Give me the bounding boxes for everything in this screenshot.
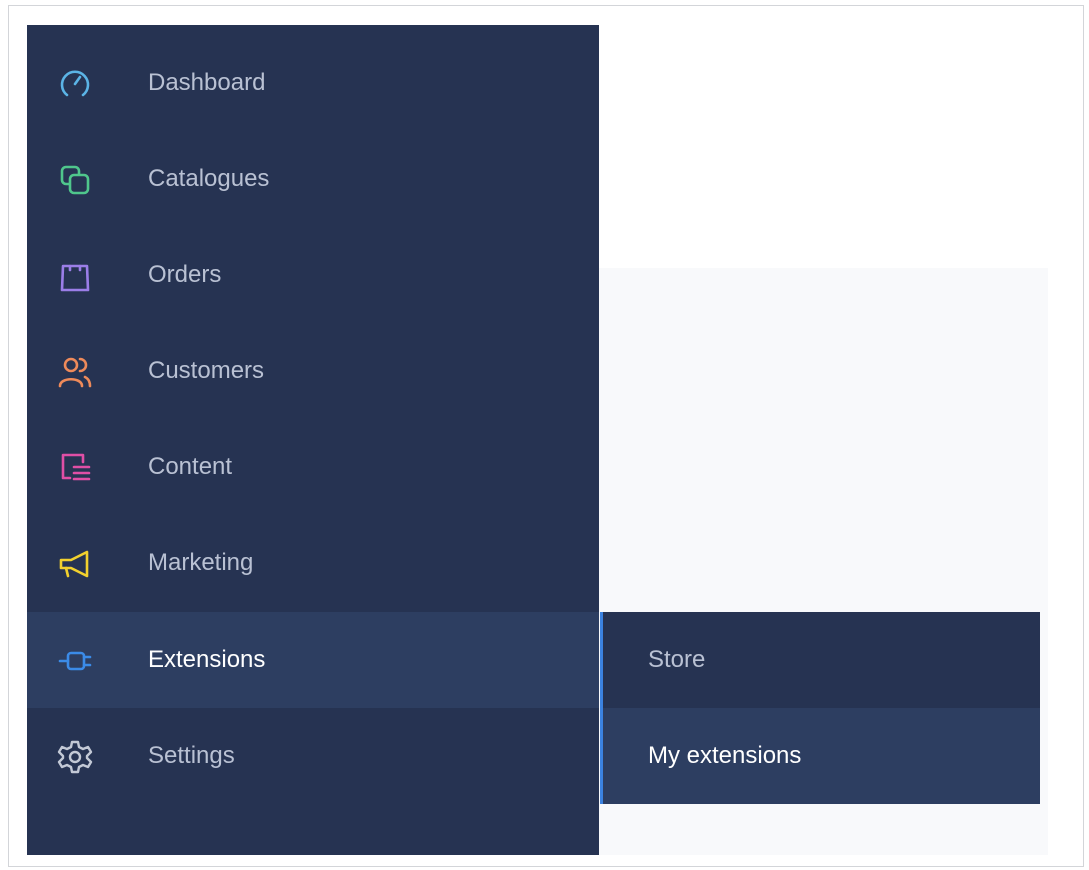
sidebar-item-settings[interactable]: Settings <box>27 708 599 804</box>
sidebar-item-orders[interactable]: Orders <box>27 227 599 323</box>
gauge-icon <box>55 66 95 102</box>
sidebar-item-label: Orders <box>148 261 222 288</box>
sidebar-item-label: Catalogues <box>148 165 270 192</box>
sidebar-item-dashboard[interactable]: Dashboard <box>27 35 599 131</box>
sidebar-item-label: Content <box>148 453 233 480</box>
plug-icon <box>55 643 95 679</box>
sidebar-item-label: Marketing <box>148 549 254 576</box>
sidebar-item-marketing[interactable]: Marketing <box>27 515 599 611</box>
users-icon <box>55 354 95 390</box>
sidebar-item-catalogues[interactable]: Catalogues <box>27 131 599 227</box>
megaphone-icon <box>55 546 95 582</box>
sidebar-item-label: Dashboard <box>148 69 266 96</box>
gear-icon <box>55 739 95 775</box>
sidebar-item-customers[interactable]: Customers <box>27 323 599 419</box>
submenu-item-label: Store <box>648 646 706 673</box>
submenu-item-my-extensions[interactable]: My extensions <box>603 708 1040 804</box>
extensions-submenu: Store My extensions <box>600 612 1040 804</box>
sidebar-item-label: Extensions <box>148 646 266 673</box>
sidebar-item-label: Customers <box>148 357 265 384</box>
copy-icon <box>55 162 95 198</box>
sidebar-item-extensions[interactable]: Extensions <box>27 612 599 708</box>
submenu-item-store[interactable]: Store <box>603 612 1040 708</box>
bag-icon <box>55 258 95 294</box>
sidebar-item-content[interactable]: Content <box>27 419 599 515</box>
sidebar-item-label: Settings <box>148 742 235 769</box>
submenu-item-label: My extensions <box>648 742 802 769</box>
sidebar: Dashboard Catalogues Orders Customers Co… <box>27 25 599 855</box>
document-list-icon <box>55 450 95 486</box>
